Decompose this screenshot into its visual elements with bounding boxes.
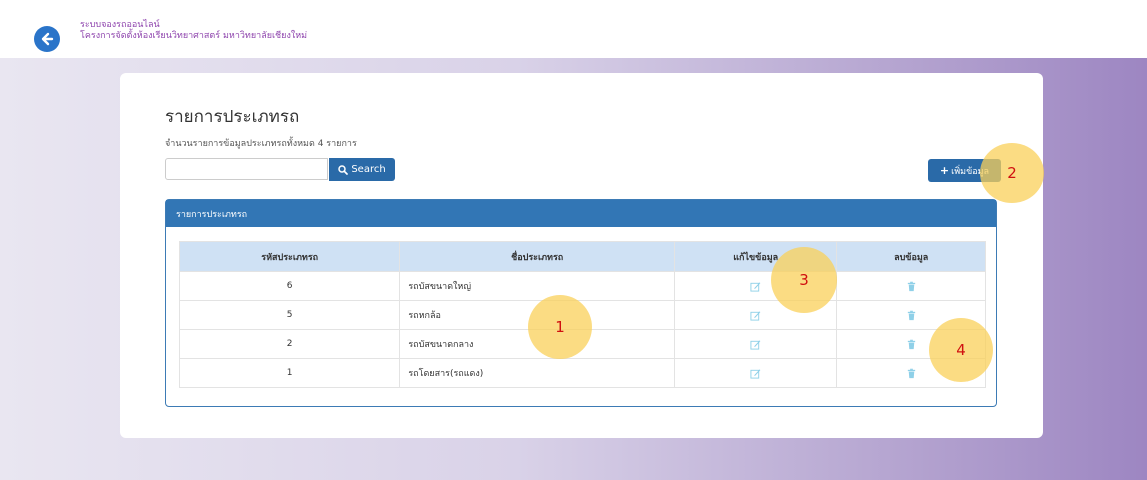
column-header-name: ชื่อประเภทรถ: [399, 241, 676, 272]
search-button-label: Search: [351, 164, 386, 175]
record-count: จำนวนรายการข้อมูลประเภทรถทั้งหมด 4 รายกา…: [165, 139, 357, 149]
annotation-marker-3: 3: [771, 247, 837, 313]
annotation-marker-2: 2: [980, 143, 1044, 203]
annotation-marker-1: 1: [528, 295, 592, 359]
trash-icon[interactable]: [906, 339, 917, 350]
plus-icon: +: [939, 164, 950, 177]
table-row: 6 รถบัสขนาดใหญ่: [178, 271, 986, 301]
back-arrow-icon: [41, 32, 54, 46]
cell-name: รถบัสขนาดใหญ่: [399, 271, 676, 301]
edit-icon[interactable]: [750, 310, 761, 321]
trash-icon[interactable]: [906, 310, 917, 321]
cell-id: 2: [178, 329, 401, 359]
search-button[interactable]: Search: [329, 158, 395, 181]
search-icon: [338, 164, 349, 175]
edit-icon[interactable]: [750, 281, 761, 292]
search-input[interactable]: [165, 158, 328, 180]
cell-id: 6: [178, 271, 401, 301]
system-name: ระบบจองรถออนไลน์: [80, 20, 160, 30]
back-button[interactable]: [34, 26, 60, 52]
cell-id: 5: [178, 300, 401, 330]
column-header-id: รหัสประเภทรถ: [178, 241, 401, 272]
panel-header: รายการประเภทรถ: [166, 200, 996, 227]
cell-id: 1: [178, 358, 401, 388]
annotation-marker-4: 4: [929, 318, 993, 382]
trash-icon[interactable]: [906, 281, 917, 292]
content-card: รายการประเภทรถ จำนวนรายการข้อมูลประเภทรถ…: [120, 73, 1043, 438]
edit-icon[interactable]: [750, 339, 761, 350]
page-title: รายการประเภทรถ: [165, 107, 300, 127]
table-header-row: รหัสประเภทรถ ชื่อประเภทรถ แก้ไขข้อมูล ลบ…: [178, 241, 986, 272]
cell-name: รถโดยสาร(รถแดง): [399, 358, 676, 388]
column-header-delete: ลบข้อมูล: [836, 241, 986, 272]
project-name: โครงการจัดตั้งห้องเรียนวิทยาศาสตร์ มหาวิ…: [80, 31, 308, 41]
table-row: 1 รถโดยสาร(รถแดง): [178, 358, 986, 388]
edit-icon[interactable]: [750, 368, 761, 379]
top-bar: ระบบจองรถออนไลน์ โครงการจัดตั้งห้องเรียน…: [0, 0, 1147, 58]
trash-icon[interactable]: [906, 368, 917, 379]
